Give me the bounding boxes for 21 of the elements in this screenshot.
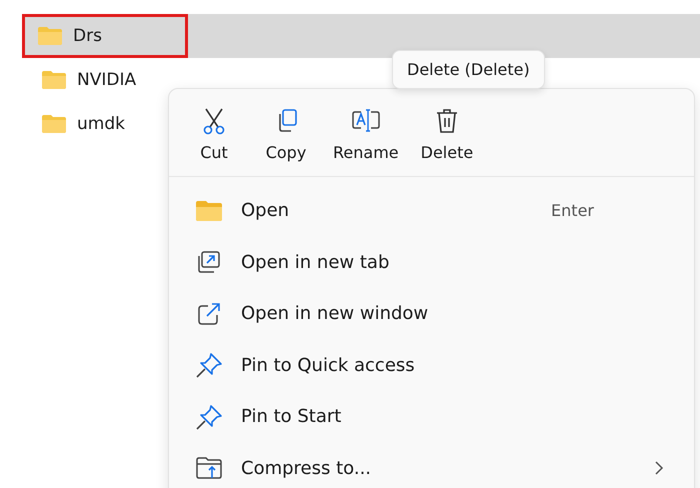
folder-name: NVIDIA (77, 70, 136, 90)
folder-icon (41, 70, 67, 90)
menu-item[interactable]: Open in new tab (169, 236, 694, 288)
folder-icon (37, 26, 63, 46)
tooltip: Delete (Delete) (392, 50, 545, 89)
pin-icon (195, 352, 223, 378)
zip-folder-icon (195, 456, 223, 480)
folder-icon (195, 200, 223, 222)
folder-name: umdk (77, 114, 125, 134)
folder-icon (41, 114, 67, 134)
menu-item[interactable]: Open in new window (169, 288, 694, 340)
menu-item[interactable]: Pin to Quick access (169, 340, 694, 391)
menu-item[interactable]: Open Enter (169, 185, 694, 236)
menu-item[interactable]: Pin to Start (169, 391, 694, 442)
chevron-right-icon (654, 460, 664, 476)
folder-name: Drs (73, 26, 102, 46)
shortcut-text: Enter (551, 201, 594, 220)
folder-row[interactable]: Drs (22, 14, 700, 58)
menu-item[interactable]: Compress to... (169, 442, 694, 488)
pin-icon (195, 404, 223, 430)
scissors-icon (201, 107, 227, 135)
